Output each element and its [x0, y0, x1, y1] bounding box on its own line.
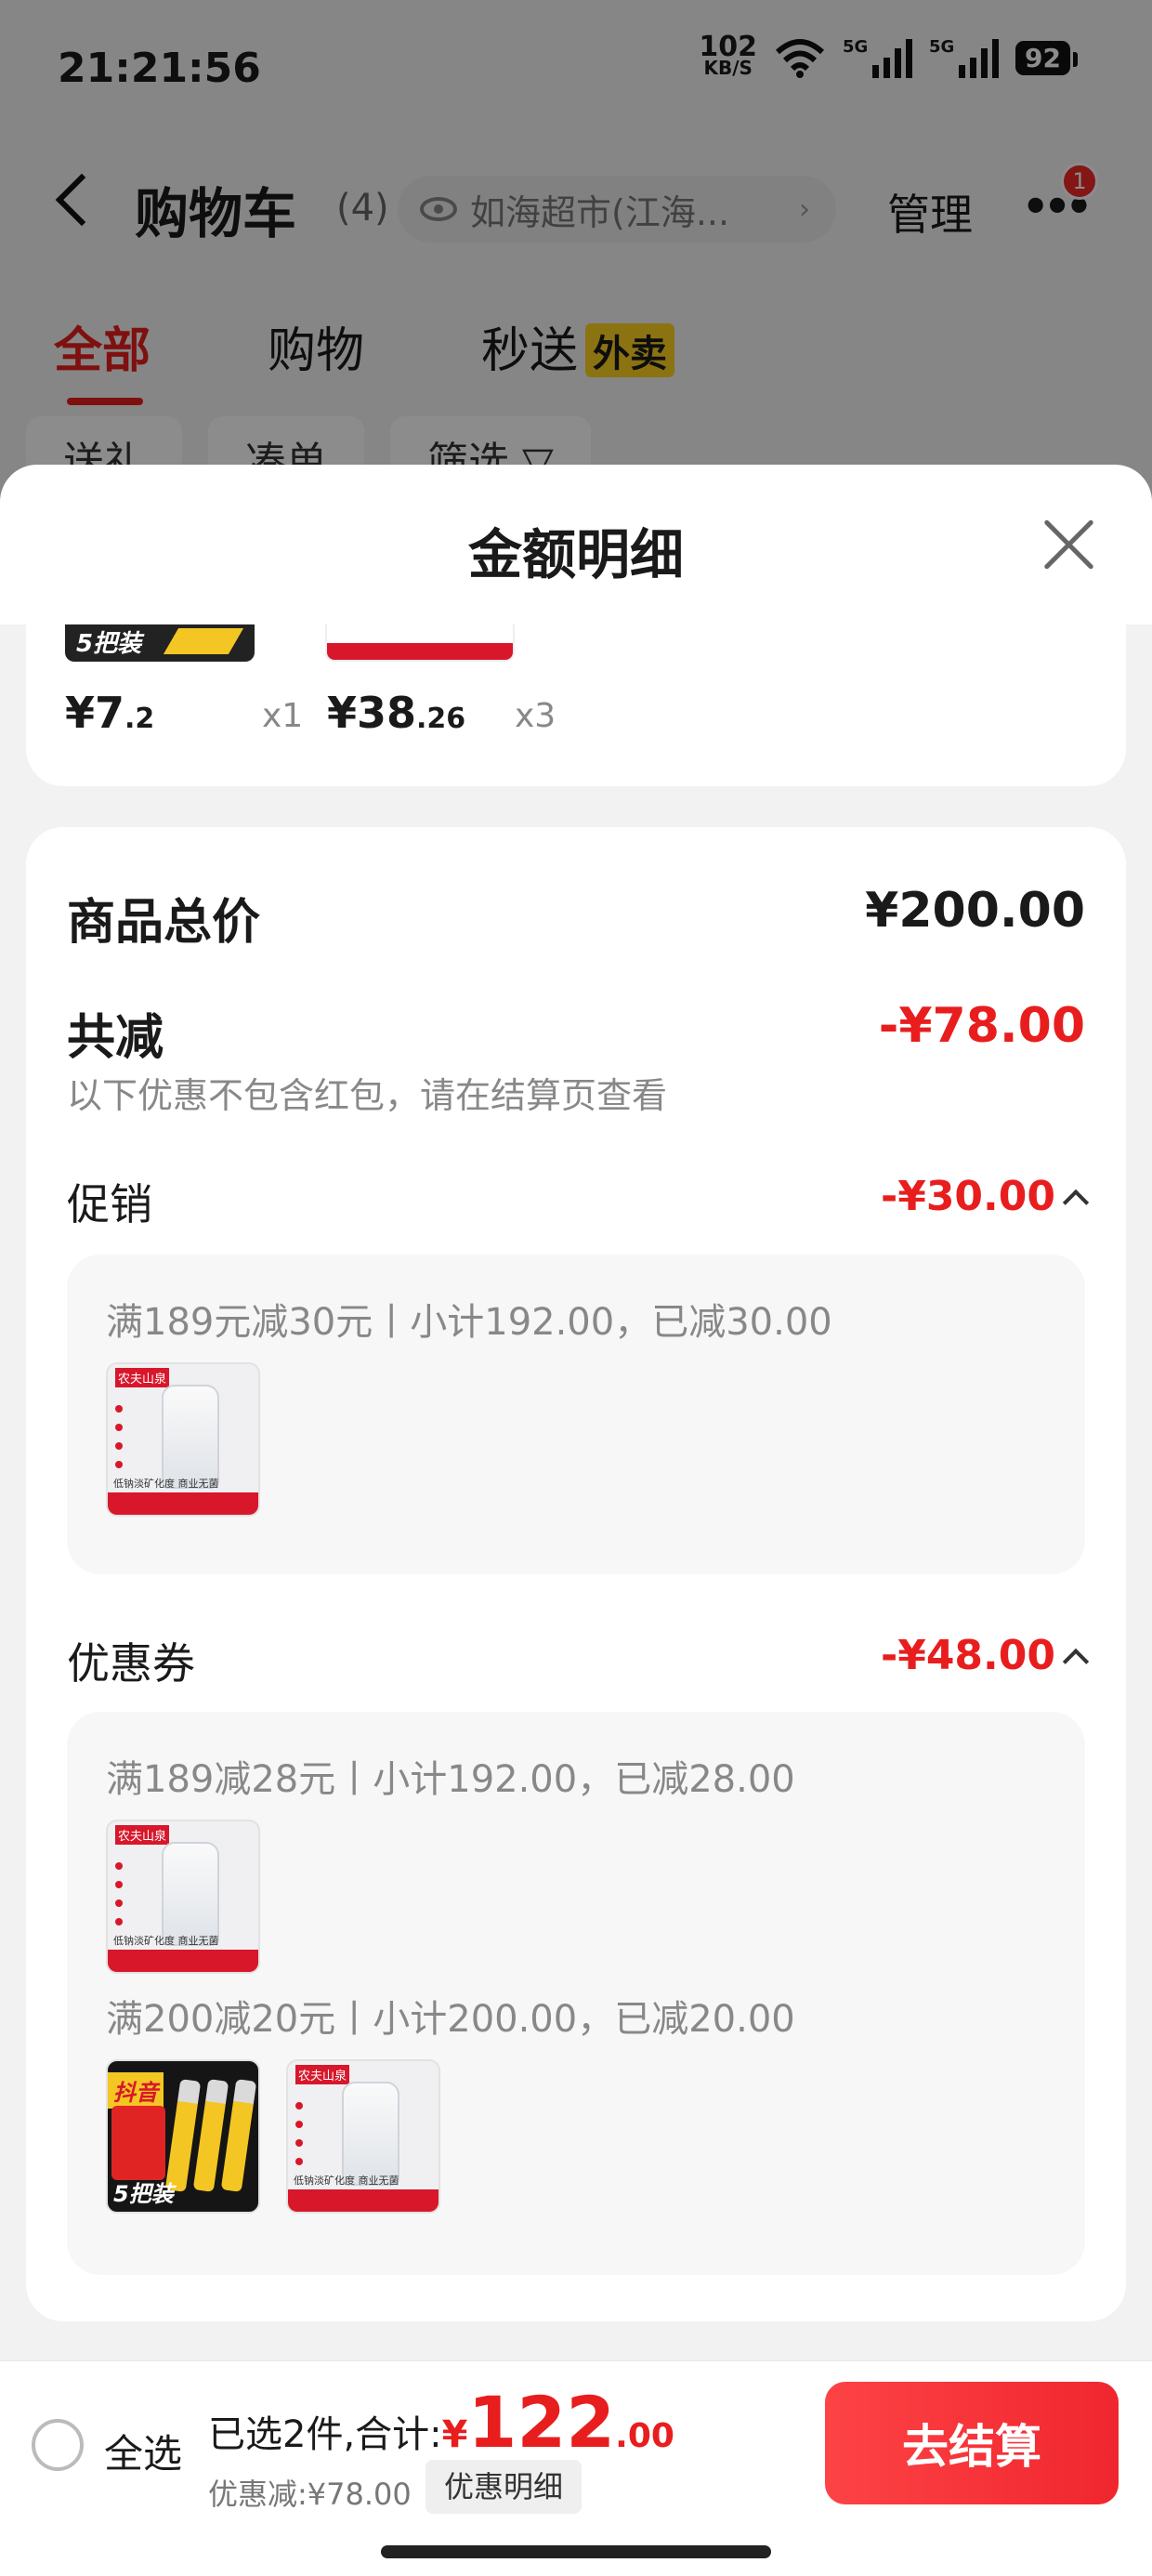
total-amount-dec: .00	[615, 2417, 674, 2455]
thumb-label: 5把装	[113, 2181, 174, 2207]
price-detail-card: 商品总价 ¥200.00 共减 -¥78.00 以下优惠不包含红包，请在结算页查…	[26, 827, 1126, 2321]
product-thumb-knife[interactable]: 5把装	[65, 624, 255, 662]
promotion-toggle[interactable]: -¥30.00	[880, 1173, 1090, 1220]
discount-detail-button[interactable]: 优惠明细	[425, 2460, 583, 2514]
promotion-value: -¥30.00	[880, 1173, 1055, 1220]
discount-hint: 以下优惠不包含红包，请在结算页查看	[67, 1075, 668, 1116]
item-price-dec: .2	[124, 703, 155, 735]
sheet-title: 金额明细	[467, 523, 684, 586]
modal-overlay[interactable]	[0, 0, 1152, 520]
coupon-rule: 满189减28元丨小计192.00，已减28.00	[106, 1758, 795, 1801]
chevron-up-icon	[1062, 1189, 1090, 1216]
promotion-box: 满189元减30元丨小计192.00，已减30.00 农夫山泉 低钠淡矿化度 商…	[67, 1255, 1085, 1574]
selected-count-text: 已选2件,合计:	[208, 2413, 442, 2456]
coupon-box: 满189减28元丨小计192.00，已减28.00 农夫山泉 低钠淡矿化度 商业…	[67, 1712, 1085, 2275]
thumb-brand: 农夫山泉	[295, 2065, 350, 2084]
item-price-dec: .26	[416, 703, 466, 735]
amount-detail-sheet: 金额明细 5把装 ¥7.2 x1 ¥38.26 x3 商品总价 ¥200.00 …	[0, 465, 1152, 2576]
thumb-caption: 低钠淡矿化度 商业无菌	[294, 2175, 399, 2187]
coupon-value: -¥48.00	[880, 1632, 1055, 1679]
knife-tag: 抖音	[108, 2072, 164, 2109]
thumb-label: 5把装	[76, 630, 142, 658]
product-thumb-water[interactable]: 农夫山泉 低钠淡矿化度 商业无菌	[106, 1362, 260, 1517]
product-thumb-water[interactable]	[325, 624, 515, 662]
chevron-up-icon	[1062, 1648, 1090, 1675]
select-all-label[interactable]: 全选	[104, 2423, 182, 2479]
item-qty: x1	[262, 697, 304, 735]
item-price-int: ¥38	[327, 688, 417, 738]
total-amount-int: 122	[467, 2381, 616, 2464]
thumb-brand: 农夫山泉	[115, 1368, 170, 1387]
item-qty: x3	[515, 697, 556, 735]
total-currency: ¥	[441, 2413, 468, 2456]
thumb-brand: 农夫山泉	[115, 1825, 170, 1845]
total-value: ¥200.00	[865, 883, 1085, 939]
home-indicator-area	[0, 2523, 1152, 2576]
coupon-toggle[interactable]: -¥48.00	[880, 1632, 1090, 1679]
home-indicator[interactable]	[381, 2545, 771, 2558]
close-icon[interactable]	[1042, 517, 1096, 571]
selected-items-card: 5把装 ¥7.2 x1 ¥38.26 x3	[26, 624, 1126, 786]
item-price-int: ¥7	[65, 688, 125, 738]
item-price: ¥7.2	[65, 688, 154, 738]
product-thumb-water[interactable]: 农夫山泉 低钠淡矿化度 商业无菌	[106, 1820, 260, 1974]
product-thumb-knife[interactable]: 抖音 5把装	[106, 2059, 260, 2214]
total-summary: 已选2件,合计: ¥ 122 .00	[208, 2387, 674, 2458]
product-thumb-water[interactable]: 农夫山泉 低钠淡矿化度 商业无菌	[286, 2059, 440, 2214]
discount-label: 共减	[67, 1010, 164, 1066]
discount-summary: 优惠减:¥78.00	[208, 2477, 412, 2512]
promotion-rule: 满189元减30元丨小计192.00，已减30.00	[106, 1301, 832, 1344]
thumb-caption: 低钠淡矿化度 商业无菌	[113, 1935, 219, 1947]
total-label: 商品总价	[67, 895, 261, 951]
sheet-header: 金额明细	[0, 465, 1152, 624]
coupon-label: 优惠券	[67, 1638, 195, 1689]
checkout-button[interactable]: 去结算	[825, 2382, 1119, 2504]
discount-value: -¥78.00	[878, 998, 1085, 1054]
promotion-label: 促销	[67, 1179, 152, 1229]
checkout-bar: 全选 已选2件,合计: ¥ 122 .00 优惠减:¥78.00 优惠明细 去结…	[0, 2360, 1152, 2523]
coupon-rule: 满200减20元丨小计200.00，已减20.00	[106, 1998, 795, 2041]
item-price: ¥38.26	[327, 688, 465, 738]
thumb-caption: 低钠淡矿化度 商业无菌	[113, 1478, 219, 1490]
select-all-checkbox[interactable]	[32, 2419, 84, 2471]
